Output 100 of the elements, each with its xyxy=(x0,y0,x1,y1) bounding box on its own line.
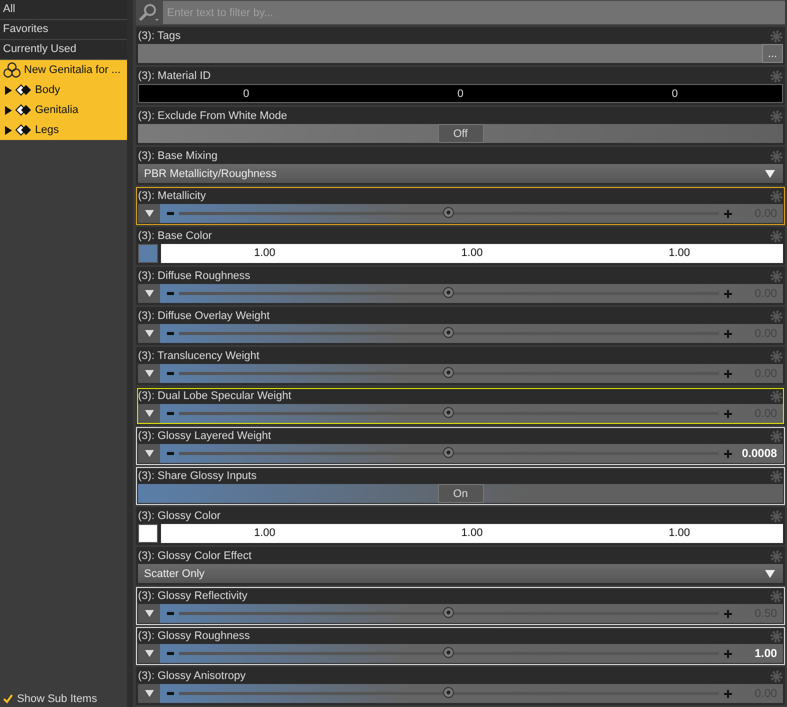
menu-arrow-button[interactable] xyxy=(138,364,160,383)
menu-arrow-button[interactable] xyxy=(138,284,160,303)
gear-icon[interactable] xyxy=(770,390,783,402)
expand-arrow-icon[interactable] xyxy=(5,86,12,94)
gear-icon[interactable] xyxy=(770,70,783,82)
tree-item[interactable]: New Genitalia for ... xyxy=(0,60,127,80)
plus-icon[interactable] xyxy=(724,290,732,298)
slider-thumb[interactable] xyxy=(443,327,454,338)
caret-icon xyxy=(144,690,154,697)
dropdown[interactable]: PBR Metallicity/Roughness xyxy=(138,164,783,183)
property-label: (3): Translucency Weight xyxy=(138,350,260,362)
plus-icon[interactable] xyxy=(724,210,732,218)
caret-icon xyxy=(765,570,775,578)
color-swatch[interactable] xyxy=(138,524,158,543)
property-label: (3): Dual Lobe Specular Weight xyxy=(138,390,292,402)
gear-icon[interactable] xyxy=(770,430,783,442)
material-icon xyxy=(15,83,32,97)
material-icon xyxy=(15,103,32,117)
plus-icon[interactable] xyxy=(724,410,732,418)
property-label: (3): Share Glossy Inputs xyxy=(138,470,257,482)
slider-thumb[interactable] xyxy=(443,647,454,658)
gear-icon[interactable] xyxy=(770,270,783,282)
browse-button[interactable]: ... xyxy=(762,44,783,63)
menu-arrow-button[interactable] xyxy=(138,204,160,223)
material-icon xyxy=(15,123,32,137)
gear-icon[interactable] xyxy=(770,510,783,522)
menu-arrow-button[interactable] xyxy=(138,684,160,703)
menu-arrow-button[interactable] xyxy=(138,604,160,623)
gear-icon[interactable] xyxy=(770,150,783,162)
menu-arrow-button[interactable] xyxy=(138,444,160,463)
toggle-label: Off xyxy=(438,124,484,143)
caret-icon xyxy=(144,370,154,377)
color-value: 1.00 xyxy=(460,526,484,541)
figure-group-icon xyxy=(3,62,21,78)
property-label: (3): Glossy Color Effect xyxy=(138,550,252,562)
color-value: 1.00 xyxy=(252,246,276,261)
text-field[interactable] xyxy=(138,44,762,63)
plus-icon[interactable] xyxy=(724,330,732,338)
gear-icon[interactable] xyxy=(770,670,783,682)
property-label: (3): Exclude From White Mode xyxy=(138,110,288,122)
plus-icon[interactable] xyxy=(724,370,732,378)
sidebar-item[interactable]: All xyxy=(0,0,127,20)
slider-thumb[interactable] xyxy=(443,687,454,698)
plus-icon[interactable] xyxy=(724,650,732,658)
color-field[interactable]: 1.00 1.00 1.00 xyxy=(161,524,783,543)
tree-item[interactable]: Body xyxy=(0,80,127,100)
gear-icon[interactable] xyxy=(770,230,783,242)
menu-arrow-button[interactable] xyxy=(138,644,160,663)
checkbox-label: Show Sub Items xyxy=(17,693,98,705)
property-label: (3): Glossy Color xyxy=(138,510,221,522)
menu-arrow-button[interactable] xyxy=(138,324,160,343)
gear-icon[interactable] xyxy=(770,470,783,482)
gear-icon[interactable] xyxy=(770,310,783,322)
dropdown[interactable]: Scatter Only xyxy=(138,564,783,583)
toggle-switch[interactable]: On xyxy=(138,484,783,503)
caret-icon xyxy=(765,170,775,178)
slider[interactable]: 1.00 xyxy=(160,644,783,663)
search-icon[interactable] xyxy=(138,2,160,22)
gear-icon[interactable] xyxy=(770,110,783,122)
property-label: (3): Material ID xyxy=(138,70,211,82)
menu-arrow-button[interactable] xyxy=(138,404,160,423)
number-value: 0 xyxy=(670,87,679,102)
slider-thumb[interactable] xyxy=(443,447,454,458)
plus-icon[interactable] xyxy=(724,450,732,458)
slider-thumb[interactable] xyxy=(443,287,454,298)
caret-icon xyxy=(144,610,154,617)
gear-icon[interactable] xyxy=(770,350,783,362)
plus-icon[interactable] xyxy=(724,610,732,618)
property-label: (3): Tags xyxy=(138,30,181,42)
property-label: (3): Metallicity xyxy=(138,190,206,202)
gear-icon[interactable] xyxy=(770,590,783,602)
slider-value: 0.0008 xyxy=(740,448,777,460)
number-field[interactable]: 0 0 0 xyxy=(138,84,783,103)
slider[interactable]: 0.0008 xyxy=(160,444,783,463)
slider-thumb[interactable] xyxy=(443,207,454,218)
property-label: (3): Diffuse Overlay Weight xyxy=(138,310,270,322)
color-value: 1.00 xyxy=(252,526,276,541)
gear-icon[interactable] xyxy=(770,630,783,642)
gear-icon[interactable] xyxy=(770,30,783,42)
color-swatch[interactable] xyxy=(138,244,158,263)
slider-thumb[interactable] xyxy=(443,607,454,618)
gear-icon[interactable] xyxy=(770,190,783,202)
slider-thumb[interactable] xyxy=(443,367,454,378)
checkbox[interactable] xyxy=(3,694,13,704)
color-field[interactable]: 1.00 1.00 1.00 xyxy=(161,244,783,263)
tree-item[interactable]: Legs xyxy=(0,120,127,140)
slider-value: 1.00 xyxy=(754,648,777,660)
toggle-switch[interactable]: Off xyxy=(138,124,783,143)
sidebar-item[interactable]: Currently Used xyxy=(0,40,127,60)
expand-arrow-icon[interactable] xyxy=(5,106,12,114)
tree-item[interactable]: Genitalia xyxy=(0,100,127,120)
toggle-label: On xyxy=(438,484,484,503)
caret-icon xyxy=(144,330,154,337)
property-label: (3): Diffuse Roughness xyxy=(138,270,250,282)
property-label: (3): Glossy Roughness xyxy=(138,630,250,642)
slider-thumb[interactable] xyxy=(443,407,454,418)
sidebar-item[interactable]: Favorites xyxy=(0,20,127,40)
expand-arrow-icon[interactable] xyxy=(5,126,12,134)
plus-icon[interactable] xyxy=(724,690,732,698)
gear-icon[interactable] xyxy=(770,550,783,562)
